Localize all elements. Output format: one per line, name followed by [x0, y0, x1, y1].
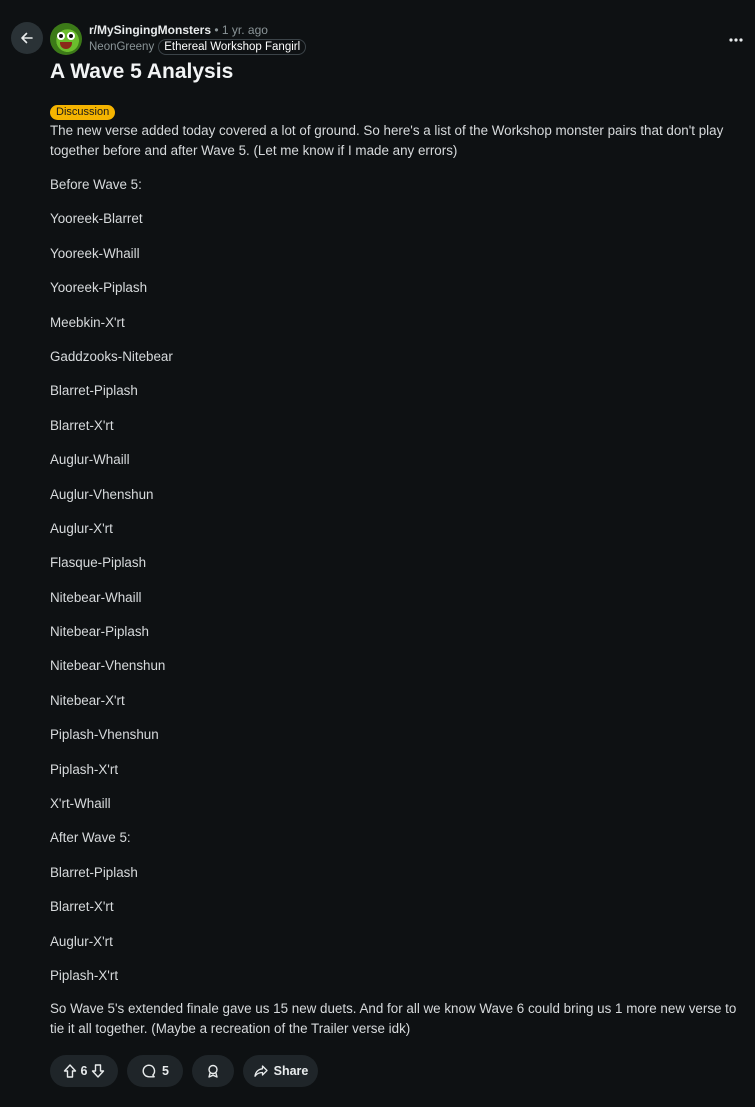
post-line: Blarret-X'rt: [50, 899, 114, 915]
more-options-button[interactable]: [726, 30, 746, 50]
post-line: Yooreek-Blarret: [50, 211, 143, 227]
user-flair: Ethereal Workshop Fangirl: [158, 39, 307, 55]
comments-button[interactable]: 5: [127, 1055, 183, 1087]
vote-count: 6: [80, 1064, 88, 1078]
meta-separator: •: [214, 23, 219, 37]
post-header: r/MySingingMonsters • 1 yr. ago NeonGree…: [0, 0, 755, 64]
post-line: Blarret-Piplash: [50, 383, 138, 399]
post-line: Yooreek-Piplash: [50, 280, 148, 296]
comment-bubble-icon: [141, 1063, 157, 1079]
post-line: Piplash-Vhenshun: [50, 727, 159, 743]
post-time: 1 yr. ago: [221, 23, 268, 37]
post-line: Gaddzooks-Nitebear: [50, 348, 173, 364]
post-line: Auglur-X'rt: [50, 933, 113, 949]
author-username[interactable]: NeonGreeny: [89, 41, 154, 53]
author-line: NeonGreeny Ethereal Workshop Fangirl: [89, 39, 307, 55]
more-horizontal-icon: [729, 38, 743, 42]
post-line: Nitebear-Piplash: [50, 624, 149, 640]
post-line: Auglur-Whaill: [50, 452, 130, 468]
post-action-bar: 6 5 Share: [50, 1055, 318, 1087]
post-line: X'rt-Whaill: [50, 796, 111, 812]
post-line: Auglur-Vhenshun: [50, 486, 154, 502]
post-line: Auglur-X'rt: [50, 520, 113, 536]
post-line: Flasque-Piplash: [50, 555, 147, 571]
award-button[interactable]: [192, 1055, 234, 1087]
post-line: Nitebear-Whaill: [50, 589, 142, 605]
monster-pair-list: Before Wave 5: Yooreek-Blarret Yooreek-Wha…: [50, 175, 740, 986]
arrow-left-icon: [19, 30, 35, 46]
post-line: Piplash-X'rt: [50, 967, 119, 983]
subreddit-name[interactable]: r/MySingingMonsters: [89, 23, 211, 37]
award-icon: [205, 1063, 221, 1079]
post-line: Yooreek-Whaill: [50, 245, 140, 261]
post-title: A Wave 5 Analysis: [50, 60, 234, 83]
comment-count: 5: [162, 1064, 169, 1078]
post-flair-tag[interactable]: Discussion: [50, 105, 116, 120]
share-button[interactable]: Share: [243, 1055, 318, 1087]
post-body: The new verse added today covered a lot …: [50, 121, 740, 1039]
share-arrow-icon: [253, 1063, 269, 1079]
post-line: Before Wave 5:: [50, 177, 142, 192]
post-intro: The new verse added today covered a lot …: [50, 123, 724, 158]
post-outro: So Wave 5's extended finale gave us 15 n…: [50, 1001, 737, 1037]
vote-control: 6: [50, 1055, 118, 1087]
back-button[interactable]: [11, 22, 43, 54]
arrow-up-icon[interactable]: [62, 1063, 78, 1079]
post-line: Nitebear-X'rt: [50, 692, 125, 708]
arrow-down-icon[interactable]: [90, 1063, 106, 1079]
post-line: After Wave 5:: [50, 830, 131, 846]
subreddit-avatar[interactable]: [50, 23, 82, 55]
share-label: Share: [273, 1064, 309, 1078]
post-line: Blarret-Piplash: [50, 864, 138, 880]
subreddit-line: r/MySingingMonsters • 1 yr. ago: [89, 23, 268, 37]
post-line: Nitebear-Vhenshun: [50, 658, 166, 674]
post-line: Piplash-X'rt: [50, 761, 119, 777]
post-line: Meebkin-X'rt: [50, 314, 125, 330]
post-line: Blarret-X'rt: [50, 417, 114, 433]
